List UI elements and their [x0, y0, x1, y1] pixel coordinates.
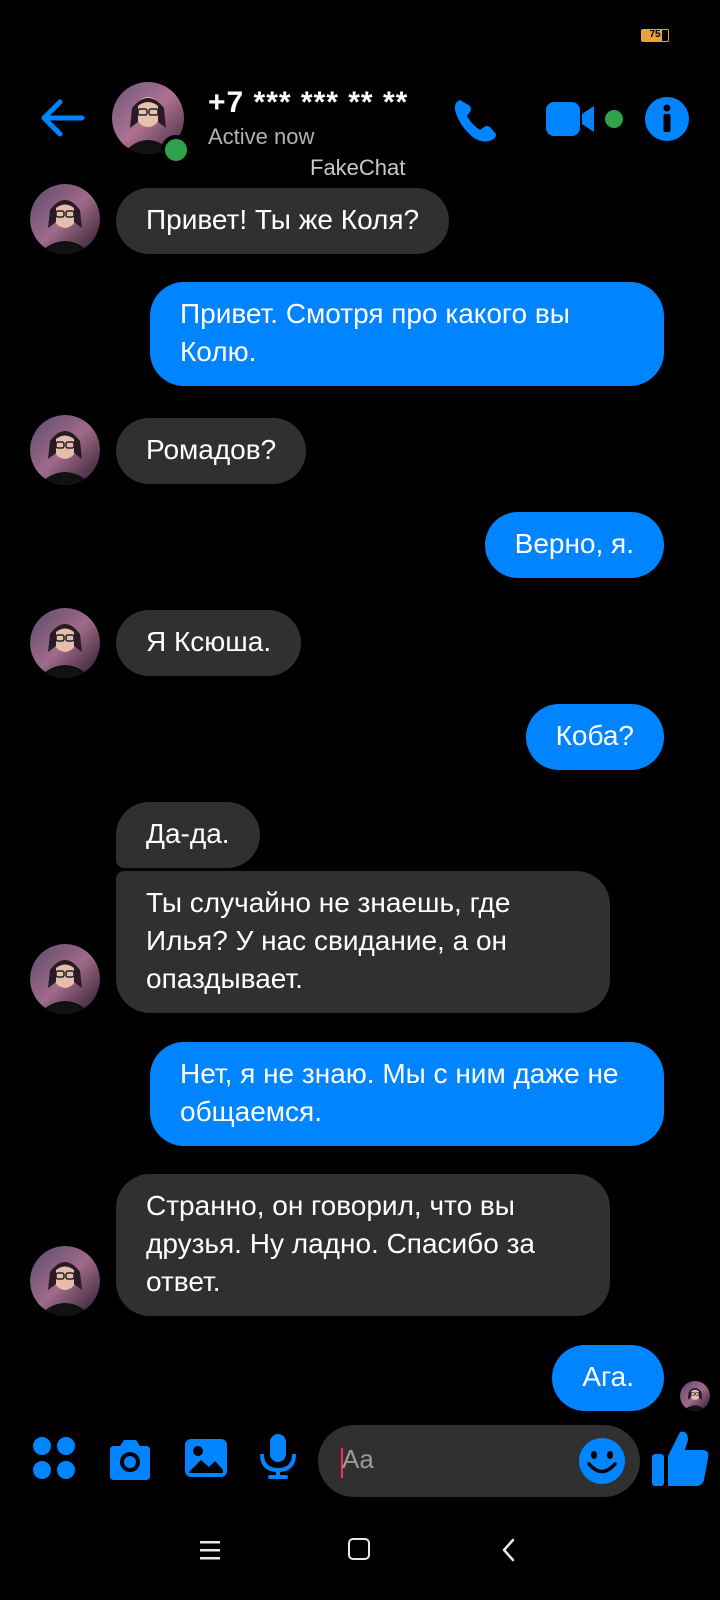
thumbs-up-icon[interactable] — [650, 1428, 710, 1490]
message-avatar — [30, 184, 100, 254]
message-avatar — [30, 415, 100, 485]
message-avatar — [30, 1246, 100, 1316]
active-status: Active now — [208, 124, 315, 149]
microphone-icon[interactable] — [254, 1432, 302, 1480]
contact-name[interactable]: +7 *** *** ** ** — [208, 86, 408, 120]
app-watermark: FakeChat — [310, 155, 406, 180]
video-camera-icon[interactable] — [546, 100, 598, 138]
message-input-placeholder: Aa — [342, 1444, 374, 1474]
video-online-dot — [605, 110, 623, 128]
incoming-message[interactable]: Я Ксюша. — [116, 610, 302, 676]
back-icon[interactable] — [501, 1538, 517, 1562]
outgoing-message[interactable]: Привет. Смотря про какого вы Колю. — [150, 282, 664, 386]
outgoing-message[interactable]: Коба? — [525, 704, 664, 770]
camera-icon[interactable] — [106, 1436, 154, 1484]
incoming-message[interactable]: Ты случайно не знаешь, где Илья? У нас с… — [116, 871, 610, 1013]
message-avatar — [30, 944, 100, 1014]
gallery-icon[interactable] — [182, 1434, 230, 1482]
info-icon[interactable] — [644, 96, 690, 142]
incoming-message[interactable]: Да-да. — [116, 802, 260, 868]
outgoing-message[interactable]: Нет, я не знаю. Мы с ним даже не общаемс… — [150, 1042, 664, 1146]
emoji-icon[interactable] — [578, 1437, 626, 1485]
recent-apps-icon[interactable] — [198, 1539, 224, 1561]
incoming-message[interactable]: Странно, он говорил, что вы друзья. Ну л… — [116, 1174, 610, 1316]
back-arrow-icon[interactable] — [36, 96, 88, 140]
incoming-message[interactable]: Привет! Ты же Коля? — [116, 188, 450, 254]
online-indicator — [161, 135, 191, 165]
battery-level: 75 — [649, 29, 661, 40]
outgoing-message[interactable]: Верно, я. — [484, 512, 664, 578]
message-avatar — [30, 608, 100, 678]
home-icon[interactable] — [348, 1538, 370, 1560]
outgoing-message[interactable]: Ага. — [552, 1345, 664, 1411]
seen-avatar — [680, 1381, 710, 1411]
incoming-message[interactable]: Ромадов? — [116, 418, 307, 484]
battery-icon: 75 — [641, 29, 669, 42]
phone-icon[interactable] — [450, 94, 502, 146]
menu-dots-icon[interactable] — [30, 1434, 78, 1482]
